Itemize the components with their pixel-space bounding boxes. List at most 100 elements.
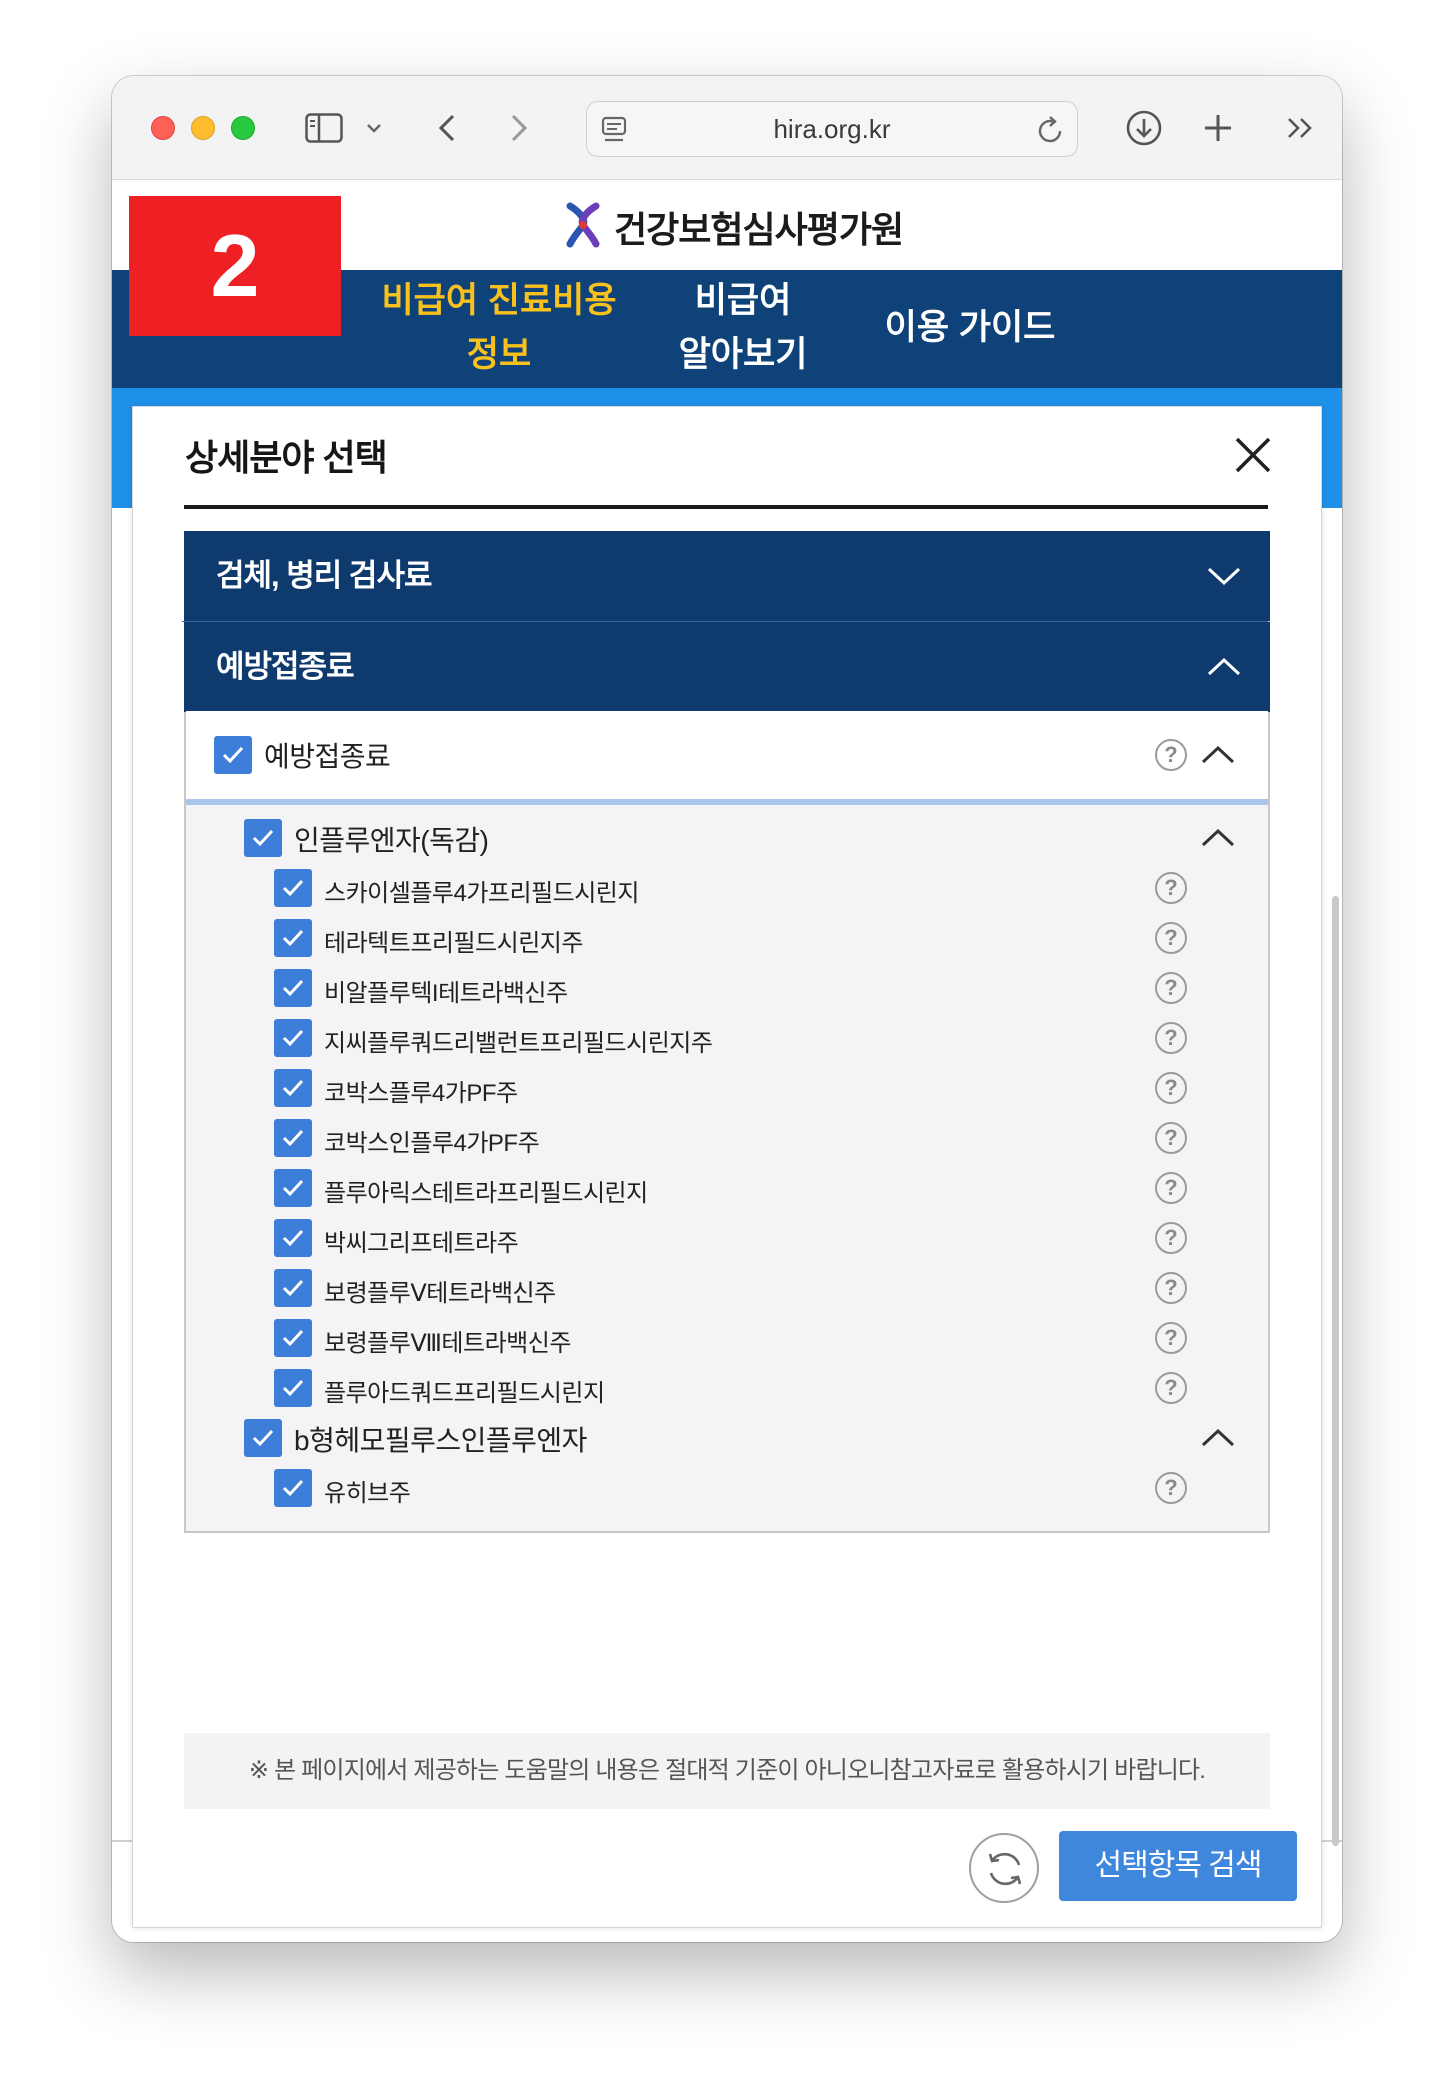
- help-icon[interactable]: ?: [1155, 1172, 1187, 1204]
- logo-text: 건강보험심사평가원: [614, 209, 904, 250]
- item-checkbox[interactable]: [274, 1369, 312, 1407]
- close-window-button[interactable]: [151, 116, 175, 140]
- help-icon[interactable]: ?: [1155, 739, 1187, 771]
- check-icon: [282, 929, 304, 947]
- check-icon: [252, 829, 274, 847]
- help-icon[interactable]: ?: [1155, 1122, 1187, 1154]
- help-icon[interactable]: ?: [1155, 1472, 1187, 1504]
- item-label: 코박스인플루4가PF주: [324, 1130, 540, 1157]
- item-label: 비알플루텍I테트라백신주: [324, 980, 568, 1007]
- level1-checkbox[interactable]: [214, 736, 252, 774]
- address-bar[interactable]: hira.org.kr: [586, 101, 1078, 157]
- group-label: 인플루엔자(독감): [294, 825, 489, 856]
- item-checkbox[interactable]: [274, 1069, 312, 1107]
- step-badge: 2: [129, 196, 341, 336]
- item-label: 보령플루Ⅷ테트라백신주: [324, 1330, 571, 1357]
- browser-window: hira.org.kr 건강보험심사평가원 2 비급여 진료비용 정보 비급여 …: [112, 76, 1342, 1942]
- item-checkbox[interactable]: [274, 919, 312, 957]
- help-notice: ※ 본 페이지에서 제공하는 도움말의 내용은 절대적 기준이 아니오니참고자료…: [184, 1733, 1270, 1809]
- item-checkbox[interactable]: [274, 1169, 312, 1207]
- check-icon: [282, 1479, 304, 1497]
- item-checkbox[interactable]: [274, 969, 312, 1007]
- item-label: 코박스플루4가PF주: [324, 1080, 518, 1107]
- scrollbar[interactable]: [1332, 896, 1339, 1846]
- nav-item-noncovered-cost-info[interactable]: 비급여 진료비용 정보: [374, 274, 624, 382]
- minimize-window-button[interactable]: [191, 116, 215, 140]
- help-icon[interactable]: ?: [1155, 872, 1187, 904]
- check-icon: [222, 746, 244, 764]
- forward-icon[interactable]: [504, 106, 534, 150]
- zoom-window-button[interactable]: [231, 116, 255, 140]
- item-checkbox[interactable]: [274, 1319, 312, 1357]
- plus-icon[interactable]: [1198, 106, 1238, 150]
- url-text: hira.org.kr: [773, 114, 891, 144]
- level1-row: 예방접종료 ?: [186, 711, 1268, 799]
- check-icon: [282, 1279, 304, 1297]
- item-label: 박씨그리프테트라주: [324, 1230, 519, 1257]
- help-icon[interactable]: ?: [1155, 1072, 1187, 1104]
- check-icon: [282, 879, 304, 897]
- reset-button[interactable]: [969, 1833, 1039, 1903]
- group-label: b형헤모필루스인플루엔자: [294, 1425, 587, 1456]
- help-icon[interactable]: ?: [1155, 922, 1187, 954]
- item-label: 보령플루Ⅴ테트라백신주: [324, 1280, 556, 1307]
- check-icon: [282, 1129, 304, 1147]
- help-icon[interactable]: ?: [1155, 1322, 1187, 1354]
- check-icon: [282, 1379, 304, 1397]
- chevron-down-icon: [1206, 559, 1242, 595]
- site-logo[interactable]: 건강보험심사평가원: [566, 202, 904, 253]
- site-content: 건강보험심사평가원 2 비급여 진료비용 정보 비급여 알아보기 이용 가이드 …: [112, 180, 1342, 1942]
- item-checkbox[interactable]: [274, 1019, 312, 1057]
- check-icon: [282, 1229, 304, 1247]
- check-icon: [282, 979, 304, 997]
- help-icon[interactable]: ?: [1155, 1222, 1187, 1254]
- check-icon: [282, 1079, 304, 1097]
- more-icon[interactable]: [1280, 106, 1320, 150]
- help-icon[interactable]: ?: [1155, 1372, 1187, 1404]
- item-checkbox[interactable]: [274, 1469, 312, 1507]
- category-label: 검체, 병리 검사료: [216, 558, 432, 593]
- nav-item-usage-guide[interactable]: 이용 가이드: [850, 301, 1090, 355]
- search-selected-button[interactable]: 선택항목 검색: [1059, 1831, 1297, 1901]
- category-header-specimen[interactable]: 검체, 병리 검사료: [182, 531, 1270, 622]
- sidebar-icon[interactable]: [302, 106, 346, 150]
- group-checkbox-influenza[interactable]: [244, 819, 282, 857]
- help-icon[interactable]: ?: [1155, 1022, 1187, 1054]
- chevron-up-icon[interactable]: [1200, 1427, 1236, 1454]
- category-header-vaccination[interactable]: 예방접종료: [184, 622, 1270, 712]
- back-icon[interactable]: [432, 106, 462, 150]
- detail-field-modal: 상세분야 선택 검체, 병리 검사료 예방접종료 예방접종료 ? 인플루엔자(독…: [132, 406, 1322, 1928]
- item-checkbox[interactable]: [274, 1219, 312, 1257]
- category-label: 예방접종료: [216, 649, 355, 684]
- download-icon[interactable]: [1122, 106, 1166, 150]
- check-icon: [282, 1329, 304, 1347]
- logo-icon: [566, 202, 600, 253]
- item-label: 유히브주: [324, 1480, 411, 1507]
- chevron-down-icon[interactable]: [362, 106, 386, 150]
- item-label: 테라텍트프리필드시린지주: [324, 930, 583, 957]
- chevron-up-icon[interactable]: [1200, 827, 1236, 854]
- category-panel: 검체, 병리 검사료 예방접종료 예방접종료 ? 인플루엔자(독감) 스카이셀플…: [182, 531, 1270, 1533]
- check-icon: [282, 1029, 304, 1047]
- modal-title: 상세분야 선택: [185, 437, 388, 478]
- check-icon: [252, 1429, 274, 1447]
- help-icon[interactable]: ?: [1155, 972, 1187, 1004]
- subcategory-list: 인플루엔자(독감) 스카이셀플루4가프리필드시린지 ? 테라텍트프리필드시린지주…: [186, 805, 1268, 1531]
- item-label: 플루아드쿼드프리필드시린지: [324, 1380, 605, 1407]
- refresh-icon: [988, 1852, 1022, 1886]
- level1-label: 예방접종료: [264, 741, 391, 772]
- reload-icon[interactable]: [1037, 115, 1065, 150]
- item-label: 플루아릭스테트라프리필드시린지: [324, 1180, 648, 1207]
- group-checkbox-hib[interactable]: [244, 1419, 282, 1457]
- close-icon[interactable]: [1233, 435, 1273, 475]
- title-divider: [184, 505, 1268, 509]
- chevron-up-icon: [1206, 650, 1242, 686]
- chevron-up-icon[interactable]: [1200, 744, 1236, 771]
- item-checkbox[interactable]: [274, 869, 312, 907]
- item-checkbox[interactable]: [274, 1119, 312, 1157]
- item-label: 스카이셀플루4가프리필드시린지: [324, 880, 639, 907]
- item-checkbox[interactable]: [274, 1269, 312, 1307]
- help-icon[interactable]: ?: [1155, 1272, 1187, 1304]
- check-icon: [282, 1179, 304, 1197]
- nav-item-noncovered-learn[interactable]: 비급여 알아보기: [658, 274, 828, 382]
